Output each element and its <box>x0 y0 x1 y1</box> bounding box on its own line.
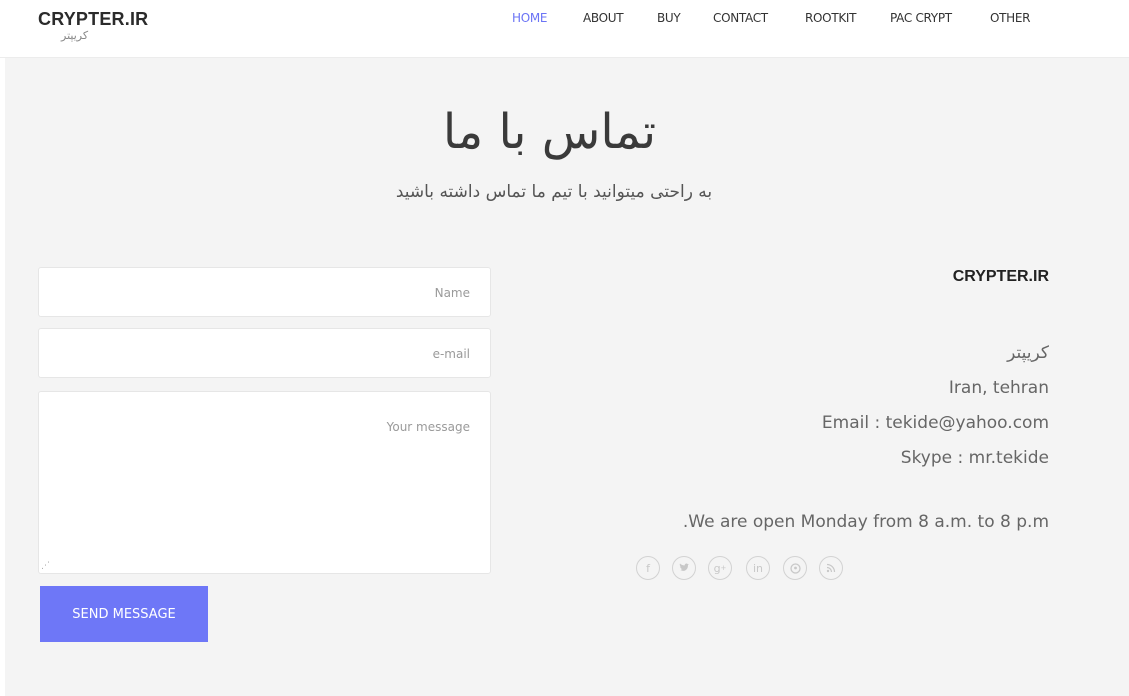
name-field[interactable]: Name <box>38 267 491 317</box>
site-header: CRYPTER.IR کریپتر HOME ABOUT BUY CONTACT… <box>0 0 1129 58</box>
nav-item-home[interactable]: HOME <box>512 11 548 25</box>
company-name-fa: کریپتر <box>1007 343 1049 363</box>
resize-handle-icon[interactable]: ⋰ <box>41 561 50 571</box>
logo-subtitle: کریپتر <box>61 29 89 42</box>
nav-item-about[interactable]: ABOUT <box>583 11 624 25</box>
pinterest-icon[interactable] <box>783 556 807 580</box>
nav-item-buy[interactable]: BUY <box>657 11 681 25</box>
main-nav: HOME ABOUT BUY CONTACT ROOTKIT PAC CRYPT… <box>0 11 1129 31</box>
opening-hours: .We are open Monday from 8 a.m. to 8 p.m <box>682 512 1049 532</box>
email-text: Email : tekide@yahoo.com <box>821 413 1049 433</box>
nav-item-other[interactable]: OTHER <box>990 11 1031 25</box>
send-message-button[interactable]: SEND MESSAGE <box>40 586 208 642</box>
rss-icon[interactable] <box>819 556 843 580</box>
name-placeholder: Name <box>434 286 470 300</box>
page-title: تماس با ما <box>442 104 657 160</box>
nav-item-rootkit[interactable]: ROOTKIT <box>805 11 857 25</box>
message-field[interactable]: Your message ⋰ <box>38 391 491 574</box>
page-subtitle: به راحتی میتوانید با تیم ما تماس داشته ب… <box>395 182 713 202</box>
twitter-icon[interactable] <box>672 556 696 580</box>
contact-section: تماس با ما به راحتی میتوانید با تیم ما ت… <box>5 58 1129 696</box>
social-links: f g + in <box>636 556 856 582</box>
message-placeholder: Your message <box>386 420 470 434</box>
nav-item-contact[interactable]: CONTACT <box>713 11 768 25</box>
nav-item-pac-crypt[interactable]: PAC CRYPT <box>890 11 952 25</box>
company-name: CRYPTER.IR <box>952 268 1049 285</box>
linkedin-icon[interactable]: in <box>746 556 770 580</box>
google-plus-icon[interactable]: g + <box>708 556 732 580</box>
facebook-icon[interactable]: f <box>636 556 660 580</box>
email-field[interactable]: e-mail <box>38 328 491 378</box>
email-placeholder: e-mail <box>432 347 470 361</box>
contact-details: کریپتر Iran, tehran Email : tekide@yahoo… <box>505 336 1049 476</box>
skype-text: Skype : mr.tekide <box>900 448 1049 468</box>
location-text: Iran, tehran <box>948 378 1049 398</box>
